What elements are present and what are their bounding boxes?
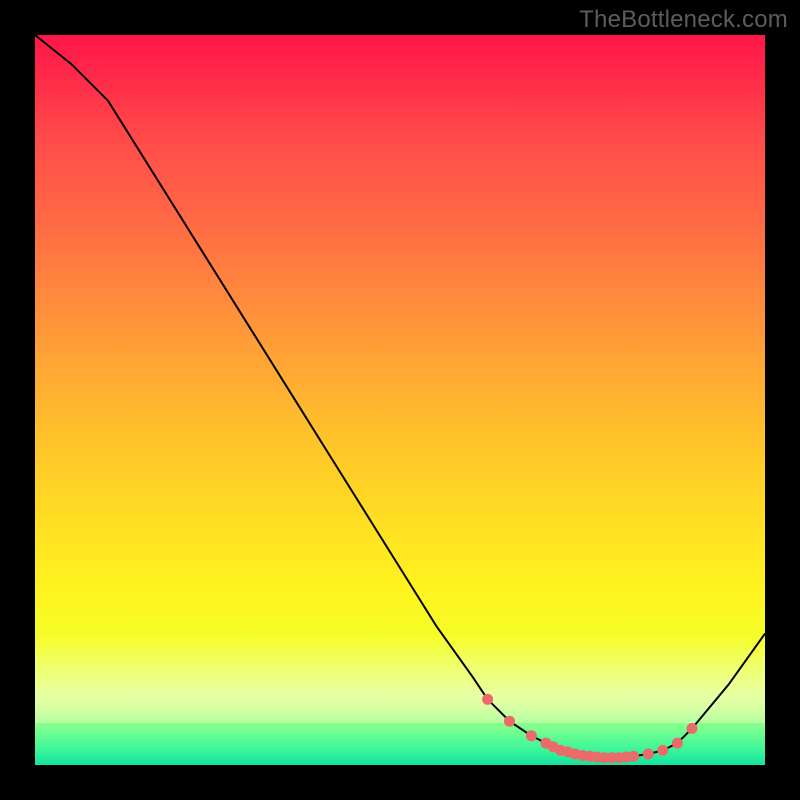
marker-dot xyxy=(643,749,654,760)
marker-dot xyxy=(526,730,537,741)
marker-dot xyxy=(657,745,668,756)
chart-frame: TheBottleneck.com xyxy=(0,0,800,800)
marker-dot xyxy=(672,738,683,749)
marker-dot xyxy=(482,694,493,705)
watermark-text: TheBottleneck.com xyxy=(579,6,788,34)
marker-dot xyxy=(628,751,639,762)
marker-dot xyxy=(504,716,515,727)
plot-area xyxy=(35,35,765,765)
bottleneck-curve xyxy=(35,35,765,758)
marker-dot xyxy=(687,723,698,734)
bottleneck-markers xyxy=(482,694,697,763)
chart-svg xyxy=(35,35,765,765)
